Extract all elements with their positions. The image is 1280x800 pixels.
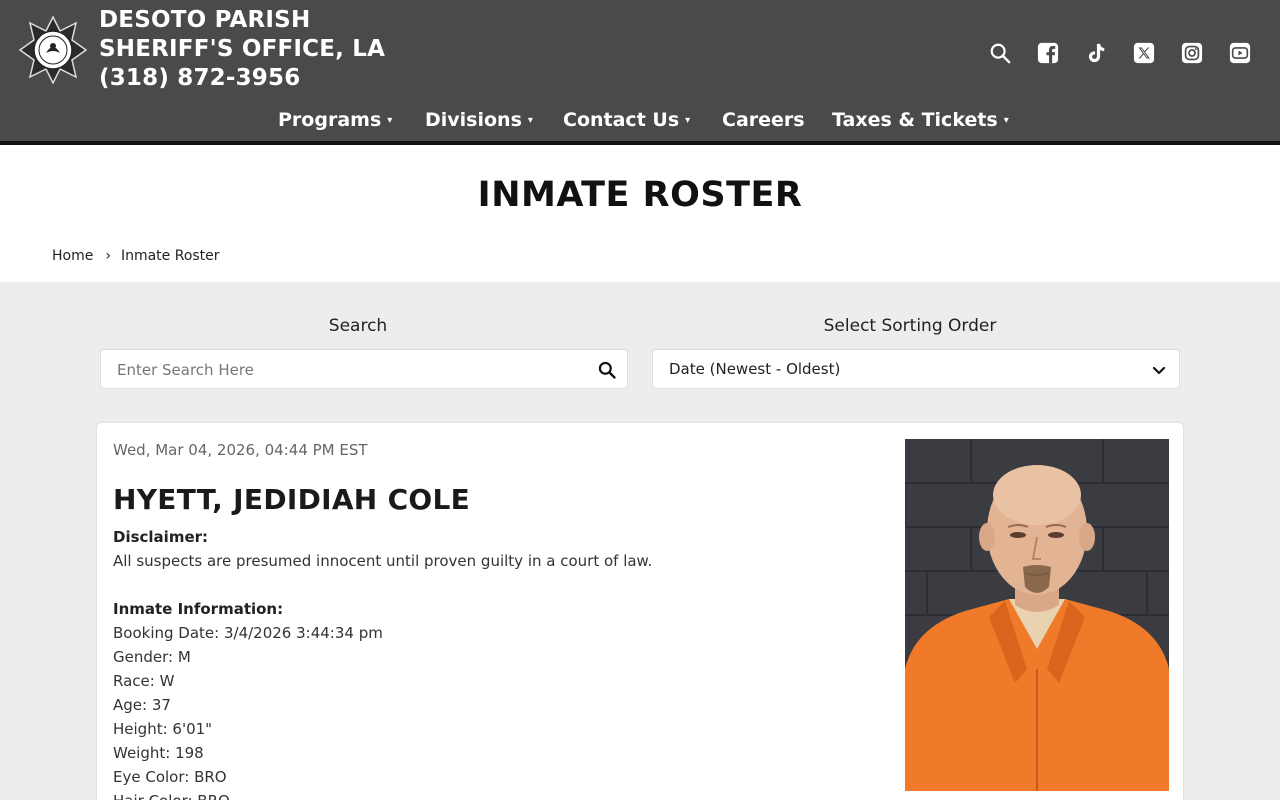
- height-field: Height: 6'01": [113, 720, 213, 738]
- inmate-details: Disclaimer: All suspects are presumed in…: [113, 525, 652, 800]
- nav-label: Taxes & Tickets: [832, 109, 998, 131]
- search-input[interactable]: [117, 359, 577, 381]
- chevron-down-icon: ▾: [685, 115, 691, 126]
- nav-label: Programs: [278, 109, 382, 131]
- race-field: Race: W: [113, 672, 175, 690]
- nav-careers[interactable]: Careers: [722, 106, 805, 134]
- booking-date-field: Booking Date: 3/4/2026 3:44:34 pm: [113, 624, 383, 642]
- inmate-card[interactable]: Wed, Mar 04, 2026, 04:44 PM EST HYETT, J…: [96, 422, 1184, 800]
- disclaimer-heading: Disclaimer:: [113, 528, 209, 546]
- sort-order-value: Date (Newest - Oldest): [669, 360, 841, 378]
- page-title-band: INMATE ROSTER Home › Inmate Roster: [0, 145, 1280, 282]
- chevron-down-icon: ▾: [527, 115, 533, 126]
- nav-divisions[interactable]: Divisions ▾: [425, 106, 533, 135]
- gender-field: Gender: M: [113, 648, 191, 666]
- search-icon[interactable]: [988, 41, 1012, 65]
- search-icon[interactable]: [597, 360, 617, 380]
- main-nav: Programs ▾ Divisions ▾ Contact Us ▾ Careers…: [0, 106, 1280, 134]
- sort-order-select[interactable]: Date (Newest - Oldest): [652, 349, 1180, 389]
- breadcrumb-separator: ›: [105, 248, 111, 264]
- sheriff-badge-logo[interactable]: [18, 15, 88, 85]
- breadcrumb-home[interactable]: Home: [52, 248, 93, 264]
- facebook-icon[interactable]: [1036, 41, 1060, 65]
- nav-contact-us[interactable]: Contact Us ▾: [563, 106, 690, 135]
- chevron-down-icon: ▾: [387, 115, 393, 126]
- age-field: Age: 37: [113, 696, 171, 714]
- chevron-down-icon: ▾: [1003, 115, 1009, 126]
- sort-label: Select Sorting Order: [823, 316, 997, 336]
- hair-color-field: Hair Color: BRO: [113, 789, 652, 800]
- nav-label: Divisions: [425, 109, 522, 131]
- breadcrumb-current: Inmate Roster: [120, 248, 220, 264]
- nav-label: Careers: [722, 109, 805, 131]
- inmate-info-heading: Inmate Information:: [113, 600, 284, 618]
- search-field: [100, 349, 628, 389]
- nav-taxes-tickets[interactable]: Taxes & Tickets ▾: [832, 106, 1009, 135]
- nav-label: Contact Us: [563, 109, 680, 131]
- page-title: INMATE ROSTER: [477, 175, 803, 215]
- breadcrumb: Home › Inmate Roster: [52, 248, 220, 264]
- search-label: Search: [328, 316, 388, 336]
- disclaimer-text: All suspects are presumed innocent until…: [113, 552, 653, 570]
- nav-programs[interactable]: Programs ▾: [278, 106, 392, 135]
- site-title-line: SHERIFF'S OFFICE, LA: [99, 36, 386, 62]
- youtube-icon[interactable]: [1228, 41, 1252, 65]
- inmate-name[interactable]: HYETT, JEDIDIAH COLE: [113, 483, 470, 516]
- site-phone[interactable]: (318) 872-3956: [99, 64, 385, 93]
- weight-field: Weight: 198: [113, 744, 204, 762]
- site-header: DESOTO PARISH SHERIFF'S OFFICE, LA (318)…: [0, 0, 1280, 141]
- site-title-line: DESOTO PARISH: [99, 7, 311, 33]
- site-title[interactable]: DESOTO PARISH SHERIFF'S OFFICE, LA (318)…: [99, 6, 385, 93]
- inmate-mugshot-photo[interactable]: [905, 439, 1169, 791]
- booking-timestamp: Wed, Mar 04, 2026, 04:44 PM EST: [113, 441, 368, 459]
- x-icon[interactable]: [1132, 41, 1156, 65]
- instagram-icon[interactable]: [1180, 41, 1204, 65]
- eye-color-field: Eye Color: BRO: [113, 768, 227, 786]
- chevron-down-icon: [1152, 366, 1166, 375]
- tiktok-icon[interactable]: [1084, 41, 1108, 65]
